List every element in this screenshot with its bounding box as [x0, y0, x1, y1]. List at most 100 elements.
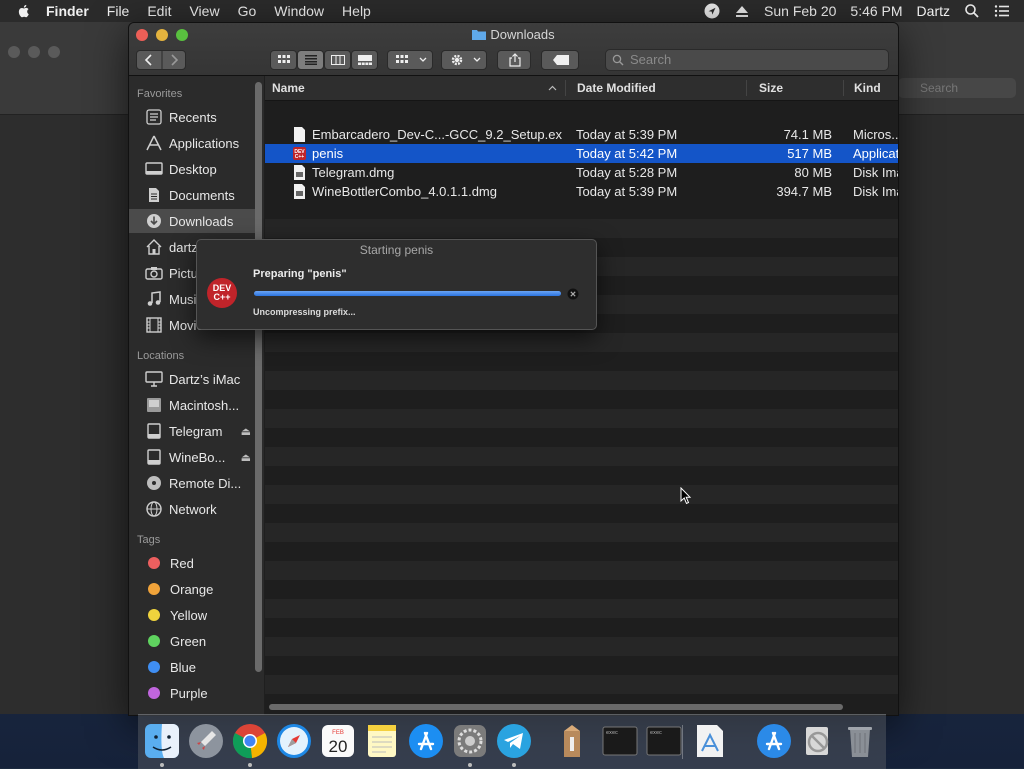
share-icon: [509, 53, 521, 67]
mouse-cursor-icon: [680, 487, 692, 505]
background-search-input[interactable]: Search: [898, 78, 1016, 98]
applications-folder-dock-icon[interactable]: [756, 723, 792, 759]
background-zoom-button[interactable]: [48, 46, 60, 58]
file-size: 80 MB: [794, 165, 832, 180]
terminal-exec-dock-icon[interactable]: exec: [602, 723, 638, 759]
menu-go[interactable]: Go: [238, 3, 257, 19]
system-preferences-dock-icon[interactable]: [452, 723, 488, 759]
file-date: Today at 5:42 PM: [576, 146, 678, 161]
finder-dock-icon[interactable]: [144, 723, 180, 759]
sidebar-item-winebottler-volume[interactable]: WineBo... ⏏: [129, 445, 255, 469]
calendar-dock-icon[interactable]: FEB20: [320, 723, 356, 759]
sidebar-tag-red[interactable]: Red: [129, 551, 255, 575]
cd-icon: [147, 476, 161, 490]
downloads-stack-dock-icon[interactable]: [800, 723, 836, 759]
menu-help[interactable]: Help: [342, 3, 371, 19]
share-button[interactable]: [497, 50, 531, 70]
xcode-document-dock-icon[interactable]: [692, 723, 728, 759]
dialog-title: Starting penis: [359, 243, 434, 257]
tags-button[interactable]: [541, 50, 579, 70]
menu-file[interactable]: File: [107, 3, 130, 19]
globe-icon: [146, 501, 162, 517]
download-icon: [147, 214, 161, 228]
sidebar-item-label: Purple: [170, 685, 208, 701]
menubar-date[interactable]: Sun Feb 20: [764, 3, 836, 19]
sidebar-tag-blue[interactable]: Blue: [129, 655, 255, 679]
spotlight-search-icon[interactable]: [964, 3, 980, 19]
sidebar-item-recents[interactable]: Recents: [129, 105, 255, 129]
background-minimize-button[interactable]: [28, 46, 40, 58]
eject-icon[interactable]: [734, 3, 750, 19]
column-view-button[interactable]: [324, 50, 351, 70]
sidebar-item-macintosh-hd[interactable]: Macintosh...: [129, 393, 255, 417]
menu-app-name[interactable]: Finder: [46, 3, 89, 19]
back-forward-icon[interactable]: [137, 51, 187, 69]
launchpad-dock-icon[interactable]: [188, 723, 224, 759]
icon-view-button[interactable]: [270, 50, 297, 70]
sidebar-item-documents[interactable]: Documents: [129, 183, 255, 207]
sidebar-item-desktop[interactable]: Desktop: [129, 157, 255, 181]
table-row[interactable]: Telegram.dmg Today at 5:28 PM 80 MB Disk…: [265, 163, 898, 182]
sidebar-item-remote-disc[interactable]: Remote Di...: [129, 471, 255, 495]
background-close-button[interactable]: [8, 46, 20, 58]
search-input[interactable]: Search: [605, 49, 889, 71]
eject-volume-icon[interactable]: ⏏: [241, 451, 251, 464]
table-row[interactable]: WineBottlerCombo_4.0.1.1.dmg Today at 5:…: [265, 182, 898, 201]
sidebar-tag-orange[interactable]: Orange: [129, 577, 255, 601]
action-button[interactable]: [441, 50, 487, 70]
column-divider[interactable]: [843, 80, 844, 96]
terminal-text: exec: [650, 730, 662, 736]
table-row-selected[interactable]: DEV C++ penis Today at 5:42 PM 517 MB App…: [265, 144, 898, 163]
stop-icon[interactable]: [567, 288, 579, 300]
disk-icon: [147, 423, 161, 439]
menu-view[interactable]: View: [189, 3, 219, 19]
sidebar-item-telegram-volume[interactable]: Telegram ⏏: [129, 419, 255, 443]
dmg-file-icon: [294, 184, 305, 199]
terminal-exec-dock-icon[interactable]: exec: [646, 723, 682, 759]
row-stripe: [265, 447, 898, 466]
list-view-button[interactable]: [297, 50, 324, 70]
menubar-user[interactable]: Dartz: [917, 3, 950, 19]
archive-dock-icon[interactable]: [554, 723, 590, 759]
sidebar-item-network[interactable]: Network: [129, 497, 255, 521]
app-store-dock-icon[interactable]: [408, 723, 444, 759]
safari-dock-icon[interactable]: [276, 723, 312, 759]
table-row[interactable]: Embarcadero_Dev-C...-GCC_9.2_Setup.exe T…: [265, 125, 898, 144]
notification-center-icon[interactable]: [994, 3, 1010, 19]
eject-volume-icon[interactable]: ⏏: [241, 425, 251, 438]
sidebar-item-imac[interactable]: Dartz’s iMac: [129, 367, 255, 391]
tag-color-dot: [148, 557, 160, 569]
file-name: penis: [312, 146, 344, 161]
horizontal-scrollbar[interactable]: [269, 704, 843, 710]
sidebar-item-downloads[interactable]: Downloads: [129, 209, 255, 233]
row-stripe: [265, 409, 898, 428]
menu-bar: Finder File Edit View Go Window Help Sun…: [0, 0, 1024, 22]
trash-dock-icon[interactable]: [842, 723, 878, 759]
sidebar-item-label: Yellow: [170, 607, 208, 623]
sidebar-tag-yellow[interactable]: Yellow: [129, 603, 255, 627]
sidebar-item-applications[interactable]: Applications: [129, 131, 255, 155]
telegram-dock-icon[interactable]: [496, 723, 532, 759]
chrome-dock-icon[interactable]: [232, 723, 268, 759]
sidebar-scrollbar[interactable]: [255, 82, 262, 672]
menu-window[interactable]: Window: [274, 3, 324, 19]
column-divider[interactable]: [746, 80, 747, 96]
column-header-size[interactable]: Size: [759, 81, 783, 95]
column-header-name[interactable]: Name: [272, 81, 305, 95]
column-header-date[interactable]: Date Modified: [577, 81, 656, 95]
svg-text:C++: C++: [295, 154, 305, 160]
column-divider[interactable]: [565, 80, 566, 96]
column-header-kind[interactable]: Kind: [854, 81, 881, 95]
apple-icon[interactable]: [16, 3, 32, 19]
group-by-button[interactable]: [387, 50, 433, 70]
gallery-view-button[interactable]: [351, 50, 378, 70]
menubar-time[interactable]: 5:46 PM: [850, 3, 902, 19]
file-name: WineBottlerCombo_4.0.1.1.dmg: [312, 184, 497, 199]
notes-dock-icon[interactable]: [364, 723, 400, 759]
home-icon: [146, 239, 162, 255]
sidebar-tag-purple[interactable]: Purple: [129, 681, 255, 705]
dock: FEB 20 exec exec: [138, 714, 886, 769]
sidebar-tag-green[interactable]: Green: [129, 629, 255, 653]
menu-edit[interactable]: Edit: [147, 3, 171, 19]
navigation-status-icon[interactable]: [704, 3, 720, 19]
